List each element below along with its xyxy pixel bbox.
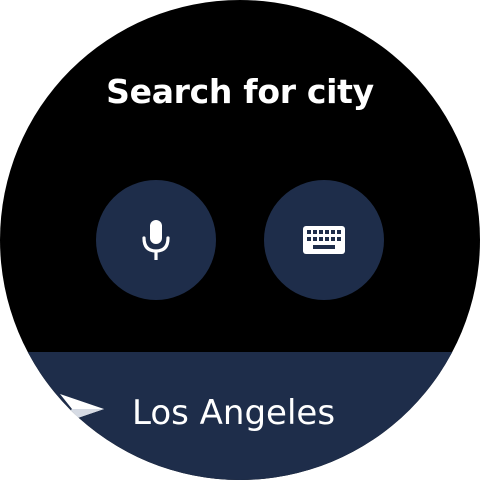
keyboard-search-button[interactable] [264,180,384,300]
page-title: Search for city [106,72,374,111]
keyboard-icon [302,225,346,255]
city-name-label: Los Angeles [132,393,336,433]
microphone-icon [139,218,173,262]
voice-search-button[interactable] [96,180,216,300]
navigation-arrow-icon [58,392,106,430]
watch-screen: Search for city Los Angeles [0,0,480,480]
city-result-item[interactable]: Los Angeles [0,352,480,480]
